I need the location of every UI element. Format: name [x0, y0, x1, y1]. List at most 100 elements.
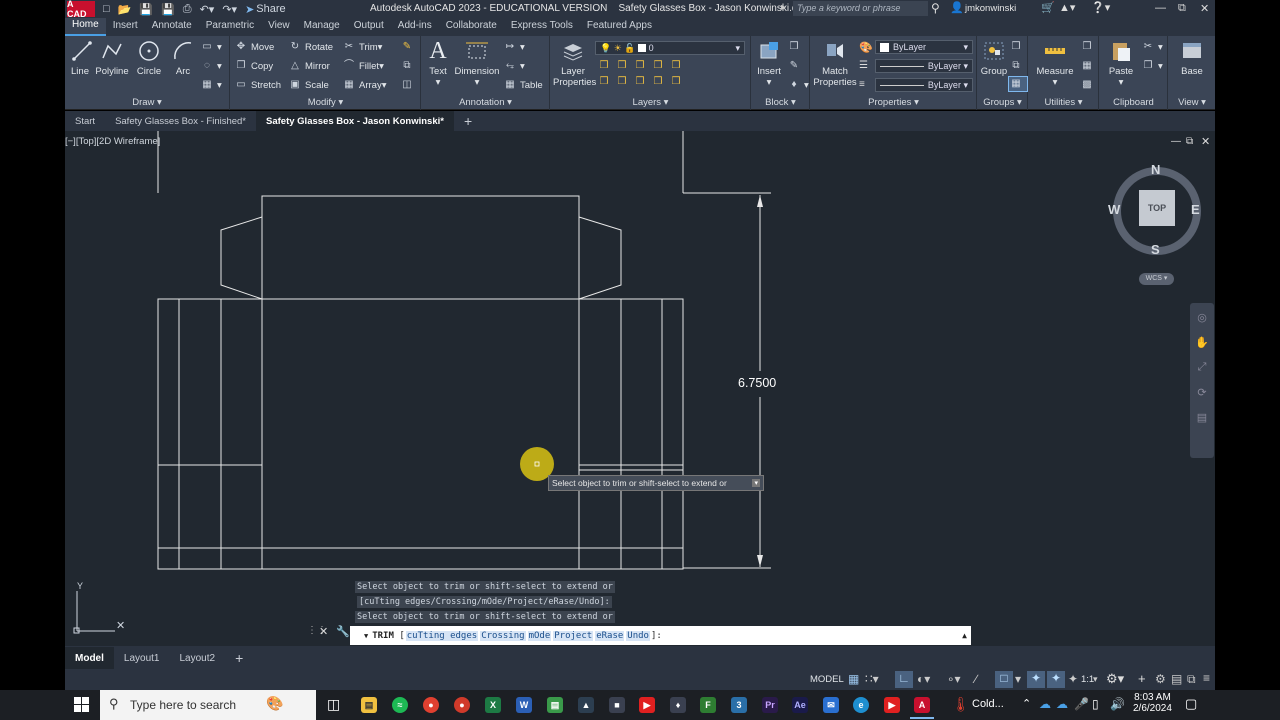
layer-tool-icon[interactable]: ❒ [597, 76, 611, 88]
array-button[interactable]: ▦ Array ▾ [343, 79, 386, 91]
file-tab-finished[interactable]: Safety Glasses Box - Finished* [105, 111, 256, 131]
view-panel-title[interactable]: View ▾ [1169, 97, 1215, 108]
mail-icon[interactable]: ✉ [823, 697, 839, 713]
annotation-monitor-icon[interactable]: + [1138, 671, 1146, 686]
autocad-taskbar-icon[interactable]: A [914, 697, 930, 713]
clipboard-panel-title[interactable]: Clipboard [1100, 97, 1167, 108]
app-icon[interactable]: ▲ [578, 697, 594, 713]
polar-tracking-icon[interactable]: ◐▾ [917, 672, 930, 686]
command-customize-icon[interactable]: 🔧 [336, 625, 350, 638]
annotation-panel-title[interactable]: Annotation ▾ [422, 97, 549, 108]
layer-tool-icon[interactable]: ❒ [597, 60, 611, 72]
group-selection-icon[interactable]: ▦ [1008, 76, 1028, 92]
scale-button[interactable]: ▣ Scale [289, 79, 329, 91]
layer-tool-icon[interactable]: ❒ [651, 60, 665, 72]
tab-view[interactable]: View [261, 18, 297, 36]
chrome-profile-icon[interactable]: ● [454, 697, 470, 713]
cloud-icon[interactable]: ☁ [1056, 697, 1068, 711]
save-as-icon[interactable]: 💾 [161, 3, 175, 16]
plot-icon[interactable]: ⎙ [183, 3, 192, 16]
tab-annotate[interactable]: Annotate [145, 18, 199, 36]
groups-panel-title[interactable]: Groups ▾ [978, 97, 1027, 108]
share-icon[interactable]: ➤ [245, 3, 254, 16]
new-tab-plus-icon[interactable]: + [454, 111, 482, 131]
gradient-icon[interactable]: ▦ ▾ [201, 79, 222, 91]
lineweight-dropdown[interactable]: ByLayer ▾ [875, 59, 973, 73]
color-dropdown[interactable]: ByLayer ▾ [875, 40, 973, 54]
tab-home[interactable]: Home [65, 18, 106, 36]
after-effects-icon[interactable]: Ae [792, 697, 808, 713]
block-panel-title[interactable]: Block ▾ [752, 97, 809, 108]
rotate-button[interactable]: ↻ Rotate [289, 41, 333, 53]
offset-icon[interactable]: ◫ [401, 79, 417, 91]
calculator-icon[interactable]: ▩ [1081, 79, 1097, 91]
ungroup-icon[interactable]: ❒ [1010, 41, 1026, 53]
help-icon[interactable]: ❔▾ [1091, 1, 1110, 14]
drawing-geometry[interactable] [65, 131, 1215, 646]
task-view-icon[interactable]: ◫ [327, 696, 340, 713]
multileader-icon[interactable]: ↦ ▾ [504, 41, 525, 53]
recent-commands-icon[interactable]: ▼ [364, 632, 368, 640]
layout-tab-model[interactable]: Model [65, 647, 114, 669]
help-search-input[interactable]: Type a keyword or phrase [793, 1, 928, 16]
linear-dim-icon[interactable]: ⥆ ▾ [504, 60, 525, 72]
weather-icon[interactable]: 🌡 [952, 696, 970, 713]
command-option[interactable]: Crossing [480, 630, 526, 641]
snap-icon[interactable]: ∷▾ [865, 672, 879, 686]
auto-scale-icon[interactable]: ✦ [1047, 671, 1065, 688]
user-icon[interactable]: 👤 [950, 1, 964, 14]
quick-properties-icon[interactable]: ▤ [1171, 672, 1182, 686]
command-option[interactable]: eRase [595, 630, 625, 641]
app-3-icon[interactable]: 3 [731, 697, 747, 713]
layer-tool-icon[interactable]: ❒ [615, 76, 629, 88]
wcs-menu[interactable]: WCS ▾ [1139, 273, 1174, 285]
layer-tool-icon[interactable]: ❒ [633, 76, 647, 88]
file-tab-current[interactable]: Safety Glasses Box - Jason Konwinski* [256, 111, 454, 131]
fusion-icon[interactable]: F [700, 697, 716, 713]
volume-icon[interactable]: 🔊 [1110, 697, 1125, 711]
showmotion-icon[interactable]: ▤ [1190, 411, 1214, 424]
tray-chevron-icon[interactable]: ⌃ [1022, 697, 1031, 710]
layer-tool-icon[interactable]: ❒ [669, 76, 683, 88]
steering-wheel-icon[interactable]: ◎ [1190, 311, 1214, 324]
new-layout-plus-icon[interactable]: + [225, 647, 253, 669]
restore-icon[interactable]: ⧉ [1178, 2, 1186, 15]
command-close-icon[interactable]: ✕ [319, 625, 328, 638]
object-snap-icon[interactable]: □ [995, 671, 1013, 688]
line-button[interactable]: Line [69, 38, 92, 77]
group-edit-icon[interactable]: ⧉ [1010, 60, 1026, 72]
select-all-icon[interactable]: ▦ [1081, 60, 1097, 72]
units-icon[interactable]: ⚙ [1155, 672, 1166, 686]
chevron-down-icon[interactable]: ▾ [1093, 674, 1098, 685]
layout-tab-layout2[interactable]: Layout2 [169, 647, 225, 669]
compass-east[interactable]: E [1191, 202, 1200, 217]
dimension-button[interactable]: Dimension ▾ [454, 38, 500, 88]
orbit-icon[interactable]: ⟳ [1190, 386, 1214, 399]
copy-button[interactable]: ❐ Copy [235, 60, 274, 72]
insert-block-button[interactable]: Insert ▾ [754, 38, 784, 88]
weather-text[interactable]: Cold... [972, 698, 1004, 710]
compass-west[interactable]: W [1108, 202, 1120, 217]
mirror-button[interactable]: △ Mirror [289, 60, 330, 72]
user-name[interactable]: jmkonwinski [965, 3, 1016, 14]
tab-add-ins[interactable]: Add-ins [391, 18, 439, 36]
paste-button[interactable]: Paste ▾ [1106, 38, 1136, 88]
workspace-gear-icon[interactable]: ⚙▾ [1106, 671, 1124, 687]
polyline-button[interactable]: Polyline [95, 38, 129, 77]
autocad-logo[interactable]: A CAD [67, 0, 95, 19]
command-option[interactable]: Undo [626, 630, 650, 641]
viewcube-top-face[interactable]: TOP [1139, 190, 1175, 226]
copy-clip-icon[interactable]: ❐ ▾ [1142, 60, 1163, 72]
table-button[interactable]: ▦ Table [504, 79, 542, 91]
modify-panel-title[interactable]: Modify ▾ [231, 97, 420, 108]
redo-icon[interactable]: ↷▾ [222, 3, 237, 16]
group-button[interactable]: Group [980, 38, 1008, 77]
stretch-button[interactable]: ▭ Stretch [235, 79, 281, 91]
compass-north[interactable]: N [1151, 162, 1160, 177]
command-option[interactable]: cuTting edges [405, 630, 479, 641]
sheets-icon[interactable]: ▤ [547, 697, 563, 713]
layer-dropdown[interactable]: 💡 ☀ 🔓 0 ▾ [595, 41, 745, 55]
file-explorer-icon[interactable]: ▤ [361, 697, 377, 713]
tab-collaborate[interactable]: Collaborate [439, 18, 504, 36]
open-file-icon[interactable]: 📂 [118, 3, 132, 16]
